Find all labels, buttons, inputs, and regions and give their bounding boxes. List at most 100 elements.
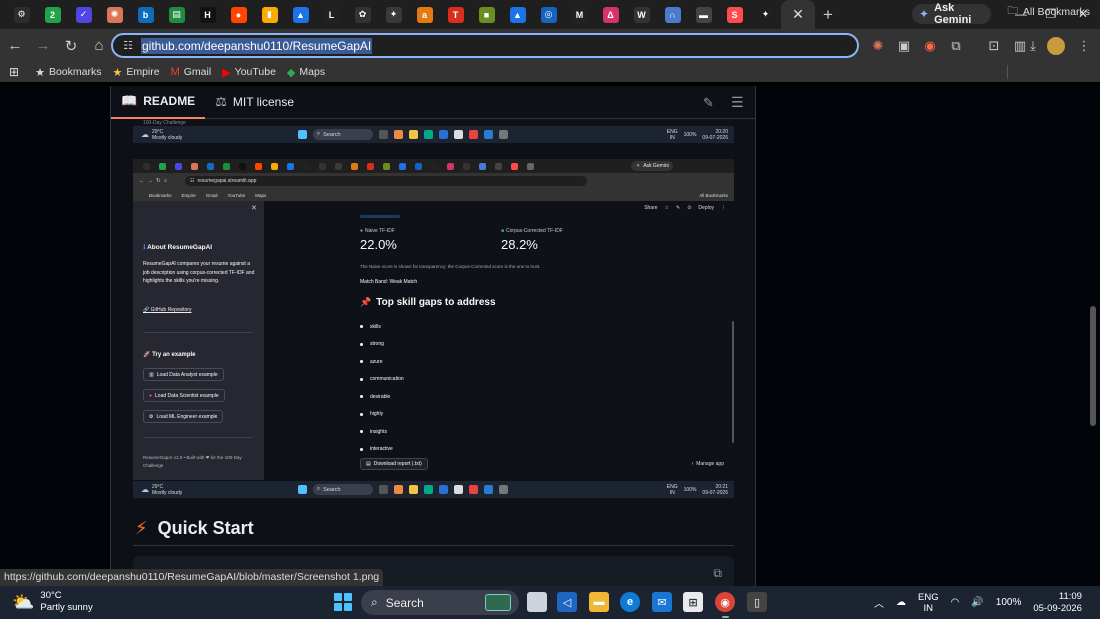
browser-tab[interactable]: T (440, 0, 471, 29)
browser-tab[interactable]: ▤ (161, 0, 192, 29)
browser-tab[interactable]: ⚙ (6, 0, 37, 29)
start-button[interactable] (334, 593, 352, 611)
file-explorer-icon[interactable]: ▬ (589, 592, 609, 612)
weather-widget[interactable]: ⛅ 30°C Partly sunny (12, 590, 93, 614)
browser-tab[interactable]: H (192, 0, 223, 29)
taskbar-search[interactable]: ⌕ Search (361, 590, 519, 615)
battery-percent[interactable]: 100% (996, 597, 1022, 608)
address-bar[interactable]: ☷ github.com/deepanshu0110/ResumeGapAI (111, 33, 859, 58)
browser-tab[interactable]: ■ (471, 0, 502, 29)
back-button[interactable]: ← (2, 33, 28, 59)
system-tray: ︿ ☁ ENG IN ◠ 🔊 100% 11:09 05-09-2026 (874, 586, 1082, 619)
browser-tab[interactable]: ▲ (502, 0, 533, 29)
gap-text: desirable (370, 393, 391, 400)
edge-icon[interactable]: e (620, 592, 640, 612)
browser-tab[interactable]: ● (223, 0, 254, 29)
screenshot-drive-icon (398, 162, 406, 170)
screen-extension-icon[interactable]: ▣ (892, 34, 916, 58)
browser-tab[interactable]: 2 (37, 0, 68, 29)
ask-gemini-label: Ask Gemini (934, 2, 972, 26)
task-view-icon[interactable] (527, 592, 547, 612)
site-info-icon[interactable]: ☷ (121, 39, 135, 53)
wifi-icon[interactable]: ◠ (951, 597, 960, 608)
chrome-icon[interactable]: ◉ (715, 592, 735, 612)
menu-icon[interactable]: ⋮ (1072, 34, 1096, 58)
chevron-up-icon[interactable]: ︿ (874, 595, 884, 610)
screenshot-battery: 100% (683, 131, 697, 138)
bookmark-gmail[interactable]: M Gmail (171, 66, 212, 78)
all-bookmarks-button[interactable]: 🗀 All Bookmarks (1007, 3, 1090, 21)
pencil-icon[interactable]: ✎ (703, 95, 714, 111)
browser-tab[interactable]: L (316, 0, 347, 29)
browser-tab[interactable]: a (409, 0, 440, 29)
browser-tab[interactable]: ◎ (533, 0, 564, 29)
screenshot-bm: Bookmarks (149, 192, 172, 198)
page-scrollbar[interactable] (1090, 306, 1096, 426)
cast-icon[interactable]: ⊡ (982, 34, 1006, 58)
apps-grid-icon[interactable]: ⊞ (9, 65, 19, 79)
browser-tab[interactable]: ✿ (347, 0, 378, 29)
screenshot-taskbar-apps: ⌕ Search (298, 129, 508, 140)
extensions-icon[interactable]: ⧉ (944, 34, 968, 58)
outline-icon[interactable]: ☰ (731, 94, 744, 111)
app-icon[interactable]: ▯ (747, 592, 767, 612)
screenshot-weather: ☁ 29°C Mostly cloudy (141, 129, 182, 141)
bookmark-maps[interactable]: ◆ Maps (287, 66, 325, 79)
tab-license[interactable]: ⚖ MIT license (205, 86, 304, 119)
readme-screenshot[interactable]: 100-Day Challenge ☁ 29°C Mostly cloudy ⌕ S… (133, 119, 734, 499)
browser-tab[interactable]: ▬ (688, 0, 719, 29)
bookmark-youtube[interactable]: ▶ YouTube (222, 66, 276, 79)
tab-readme[interactable]: 📖 README (111, 86, 206, 119)
vscode-icon[interactable]: ◁ (557, 592, 577, 612)
github-link-text: GitHub Repository (150, 307, 192, 313)
screenshot-hackerrank-icon (238, 162, 246, 170)
browser-tab[interactable]: S (719, 0, 750, 29)
language-indicator[interactable]: ENG IN (918, 592, 939, 614)
forward-button[interactable]: → (30, 33, 56, 59)
screenshot-arch-icon (478, 162, 486, 170)
page-content: 📖 README ⚖ MIT license ✎ ☰ 100-Day Chall… (0, 86, 1100, 586)
sidebar-divider (143, 437, 253, 438)
browser-tab[interactable]: ▲ (285, 0, 316, 29)
gear-icon: ⚙ (149, 413, 154, 420)
browser-tab[interactable]: ∩ (657, 0, 688, 29)
tab-readme-label: README (143, 94, 196, 108)
reload-button[interactable]: ↻ (58, 33, 84, 59)
bookmark-empire[interactable]: ★ Empire (112, 66, 159, 79)
list-item: strong (360, 336, 404, 354)
copy-icon[interactable]: ⧉ (713, 566, 722, 581)
bookmark-bookmarks[interactable]: ★ Bookmarks (35, 66, 101, 79)
list-item: skills (360, 318, 404, 336)
browser-tab[interactable]: ▮ (254, 0, 285, 29)
screenshot-terminal-icon (494, 162, 502, 170)
record-extension-icon[interactable]: ◉ (918, 34, 942, 58)
browser-tab[interactable]: ✓ (68, 0, 99, 29)
browser-tab[interactable]: Δ (595, 0, 626, 29)
close-tab-icon[interactable]: ✕ (790, 6, 806, 23)
profile-avatar[interactable] (1047, 37, 1065, 55)
new-tab-button[interactable]: + (815, 0, 841, 29)
outlook-icon[interactable]: ✉ (652, 592, 672, 612)
claude-extension-icon[interactable]: ✺ (866, 34, 890, 58)
browser-tab[interactable]: ✺ (99, 0, 130, 29)
active-tab[interactable]: ✕ (781, 0, 815, 29)
left-gutter (0, 86, 110, 586)
openai-icon: ✿ (354, 6, 371, 23)
info-icon: ℹ (143, 244, 146, 251)
browser-tab[interactable]: W (626, 0, 657, 29)
cloud-icon[interactable]: ☁ (896, 597, 906, 608)
ask-gemini-button[interactable]: ✦ Ask Gemini (912, 2, 991, 26)
list-item: highly (360, 406, 404, 424)
screenshot-delta-icon (446, 162, 454, 170)
browser-tab[interactable]: ✦ (378, 0, 409, 29)
volume-icon[interactable]: 🔊 (971, 597, 983, 608)
browser-tab[interactable]: M (564, 0, 595, 29)
browser-tab[interactable]: ✦ (750, 0, 781, 29)
download-icon[interactable]: ⤓ (1021, 34, 1045, 58)
browser-tab[interactable]: b (130, 0, 161, 29)
url-text[interactable]: github.com/deepanshu0110/ResumeGapAI (141, 37, 373, 54)
home-button[interactable]: ⌂ (86, 33, 112, 59)
store-icon[interactable]: ⊞ (683, 592, 703, 612)
try-example-title: 🚀 Try an example (143, 351, 196, 358)
clock[interactable]: 11:09 05-09-2026 (1033, 591, 1082, 615)
